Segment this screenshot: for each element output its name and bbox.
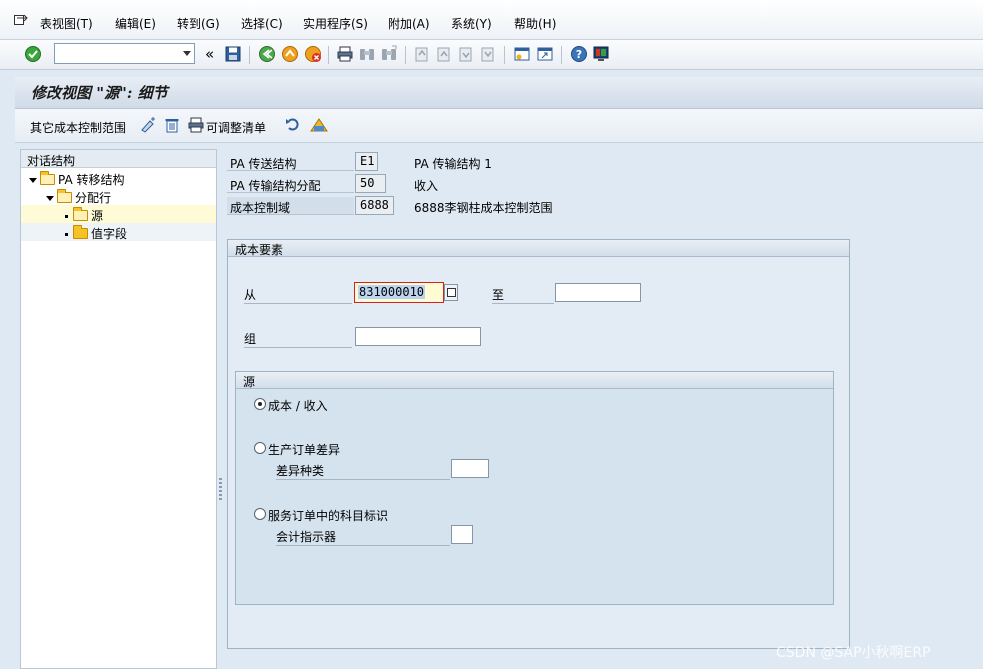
screen-title-bar: 修改视图 "源": 细节 <box>15 77 983 109</box>
help-icon[interactable]: ? <box>570 45 588 63</box>
folder-open-icon <box>57 189 72 203</box>
from-cost-element-input[interactable]: 831000010 <box>354 282 444 303</box>
last-page-icon[interactable] <box>479 45 497 63</box>
previous-page-icon[interactable] <box>435 45 453 63</box>
delete-icon[interactable] <box>164 117 180 133</box>
radio-production-order-variance-label: 生产订单差异 <box>268 443 341 457</box>
toolbar-separator <box>249 46 250 64</box>
source-group-title: 源 <box>236 372 833 389</box>
menu-utilities[interactable]: 实用程序(S) <box>303 15 368 32</box>
variance-category-input[interactable] <box>451 459 489 478</box>
tree-node-source[interactable]: 源 <box>65 207 103 224</box>
cancel-icon[interactable] <box>304 45 322 63</box>
folder-open-icon <box>40 171 55 185</box>
tree-node-assignment-lines[interactable]: 分配行 <box>46 189 111 206</box>
find-icon[interactable] <box>358 45 376 63</box>
command-field[interactable] <box>54 43 195 64</box>
expand-icon[interactable] <box>29 178 37 183</box>
radio-cost-revenue[interactable] <box>254 398 266 410</box>
menu-goto[interactable]: 转到(G) <box>177 15 220 32</box>
first-page-icon[interactable] <box>413 45 431 63</box>
expand-icon[interactable] <box>46 196 54 201</box>
menu-selection[interactable]: 选择(C) <box>241 15 283 32</box>
customize-layout-icon[interactable] <box>592 45 610 63</box>
radio-service-order-account-label: 服务订单中的科目标识 <box>268 509 389 523</box>
tree-node-pa-transfer-structure[interactable]: PA 转移结构 <box>29 171 125 188</box>
to-label: 至 <box>492 286 554 304</box>
toolbar-separator <box>561 46 562 64</box>
menu-table-view[interactable]: 表视图(T) <box>40 15 93 32</box>
variance-category-label: 差异种类 <box>276 462 450 480</box>
radio-cost-revenue-label: 成本 / 收入 <box>268 399 328 413</box>
tree-leaf-bullet <box>65 233 68 236</box>
adjustable-list-button[interactable]: 可调整清单 <box>206 119 266 136</box>
radio-service-order-account[interactable] <box>254 508 266 520</box>
toolbar-separator <box>405 46 406 64</box>
exit-icon[interactable] <box>281 45 299 63</box>
menu-help[interactable]: 帮助(H) <box>514 15 556 32</box>
tree-row-highlight <box>21 205 216 223</box>
folder-icon <box>73 225 88 239</box>
cost-element-group-input[interactable] <box>355 327 481 346</box>
print-icon[interactable] <box>336 45 354 63</box>
toolbar-separator <box>328 46 329 64</box>
tree-leaf-bullet <box>65 215 68 218</box>
folder-open-icon <box>73 207 88 221</box>
splitter-handle[interactable] <box>219 478 222 502</box>
new-session-icon[interactable] <box>513 45 531 63</box>
svg-text:?: ? <box>576 48 582 61</box>
pa-transfer-assignment-desc: 收入 <box>414 179 439 193</box>
enter-check-icon[interactable] <box>24 45 42 63</box>
multiple-selection-icon[interactable] <box>444 284 458 301</box>
standard-toolbar: « ? <box>0 40 983 70</box>
toolbar-separator <box>504 46 505 64</box>
to-cost-element-input[interactable] <box>555 283 641 302</box>
pa-transfer-assignment-label: PA 传输结构分配 <box>227 175 354 193</box>
pa-transfer-structure-desc: PA 传输结构 1 <box>414 157 492 171</box>
from-label: 从 <box>244 286 352 304</box>
display-change-icon[interactable] <box>140 117 158 133</box>
save-icon[interactable] <box>224 45 242 63</box>
radio-production-order-variance[interactable] <box>254 442 266 454</box>
find-next-icon[interactable] <box>380 45 398 63</box>
page-title: 修改视图 "源": 细节 <box>31 84 168 102</box>
back-icon[interactable] <box>258 45 276 63</box>
next-page-icon[interactable] <box>457 45 475 63</box>
collapse-toolbar-icon[interactable]: « <box>205 45 214 63</box>
watermark: CSDN @SAP小秋啊ERP <box>776 645 931 661</box>
accounting-indicator-input[interactable] <box>451 525 473 544</box>
dialog-structure-tree: 对话结构 PA 转移结构 分配行 源 值字段 <box>20 149 217 669</box>
tree-node-value-fields[interactable]: 值字段 <box>65 225 127 242</box>
menu-system[interactable]: 系统(Y) <box>451 15 492 32</box>
application-toolbar: 其它成本控制范围 可调整清单 <box>15 109 983 143</box>
menu-edit[interactable]: 编辑(E) <box>115 15 156 32</box>
menu-bar: 表视图(T) 编辑(E) 转到(G) 选择(C) 实用程序(S) 附加(A) 系… <box>0 0 983 40</box>
pa-transfer-assignment-value: 50 <box>355 174 386 193</box>
chevron-down-icon[interactable] <box>183 51 191 56</box>
cost-elements-group-title: 成本要素 <box>228 240 849 257</box>
undo-icon[interactable] <box>285 117 301 131</box>
menu-extras[interactable]: 附加(A) <box>388 15 430 32</box>
other-controlling-area-button[interactable]: 其它成本控制范围 <box>30 119 126 136</box>
menu-options-icon[interactable] <box>14 13 28 25</box>
controlling-area-label: 成本控制域 <box>227 197 354 215</box>
accounting-indicator-label: 会计指示器 <box>276 528 450 546</box>
pa-transfer-structure-value: E1 <box>355 152 378 171</box>
pa-transfer-structure-label: PA 传送结构 <box>227 153 354 171</box>
tree-header: 对话结构 <box>21 150 216 168</box>
controlling-area-desc: 6888李钢柱成本控制范围 <box>414 201 553 215</box>
transport-icon[interactable] <box>310 116 328 133</box>
controlling-area-value: 6888 <box>355 196 394 215</box>
print-adjustable-list-icon[interactable] <box>188 117 204 133</box>
create-shortcut-icon[interactable] <box>536 45 554 63</box>
group-label: 组 <box>244 330 352 348</box>
